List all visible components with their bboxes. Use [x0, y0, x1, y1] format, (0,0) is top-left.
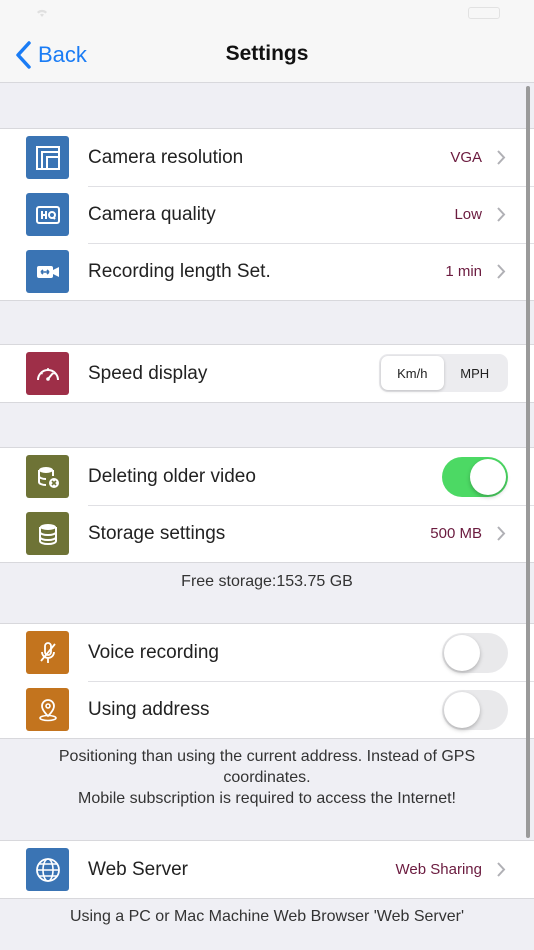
- page-title: Settings: [225, 42, 309, 65]
- carrier-indicator: [34, 5, 50, 21]
- using-address-row: Using address: [0, 681, 534, 738]
- web-server-group: Web Server Web Sharing: [0, 840, 534, 899]
- video-camera-icon: [26, 250, 69, 293]
- storage-settings-row[interactable]: Storage settings 500 MB: [0, 505, 534, 562]
- location-pin-icon: [26, 688, 69, 731]
- microphone-off-icon: [26, 631, 69, 674]
- toggle-knob: [444, 635, 480, 671]
- toggle-knob: [444, 692, 480, 728]
- voice-recording-label: Voice recording: [88, 642, 219, 663]
- voice-recording-row: Voice recording: [0, 624, 534, 681]
- camera-quality-row[interactable]: Camera quality Low: [0, 186, 534, 243]
- camera-resolution-label: Camera resolution: [88, 147, 244, 168]
- using-address-label: Using address: [88, 699, 210, 720]
- speed-display-label: Speed display: [88, 363, 208, 384]
- scrollbar[interactable]: [526, 86, 530, 838]
- resolution-icon: [26, 136, 69, 179]
- database-delete-icon: [26, 455, 69, 498]
- speedometer-icon: [26, 352, 69, 395]
- chevron-right-icon: [497, 264, 506, 279]
- web-server-row[interactable]: Web Server Web Sharing: [0, 841, 534, 898]
- chevron-right-icon: [497, 862, 506, 877]
- storage-settings-value: 500 MB: [430, 525, 482, 542]
- chevron-right-icon: [497, 207, 506, 222]
- using-address-toggle[interactable]: [442, 690, 508, 730]
- recording-length-value: 1 min: [445, 263, 482, 280]
- free-storage-text: Free storage:153.75 GB: [181, 573, 353, 590]
- battery-icon: [468, 7, 500, 19]
- segment-kmh[interactable]: Km/h: [381, 356, 444, 390]
- address-note-line2: Mobile subscription is required to acces…: [78, 790, 456, 807]
- navigation-bar: Back Settings: [0, 26, 534, 83]
- toggle-knob: [470, 459, 506, 495]
- voice-recording-toggle[interactable]: [442, 633, 508, 673]
- hq-icon: [26, 193, 69, 236]
- address-note: Positioning than using the current addre…: [20, 746, 514, 809]
- web-server-label: Web Server: [88, 859, 188, 880]
- deleting-older-video-toggle[interactable]: [442, 457, 508, 497]
- camera-resolution-value: VGA: [450, 149, 482, 166]
- status-bar: [0, 0, 534, 26]
- address-note-line1: Positioning than using the current addre…: [58, 748, 476, 786]
- recording-length-label: Recording length Set.: [88, 261, 271, 282]
- globe-icon: [26, 848, 69, 891]
- web-server-value: Web Sharing: [395, 861, 482, 878]
- camera-settings-group: Camera resolution VGA Camera quality Low…: [0, 128, 534, 301]
- camera-quality-value: Low: [454, 206, 482, 223]
- deleting-older-video-row: Deleting older video: [0, 448, 534, 505]
- segment-mph[interactable]: MPH: [444, 356, 507, 390]
- storage-settings-label: Storage settings: [88, 523, 226, 544]
- chevron-right-icon: [497, 150, 506, 165]
- camera-resolution-row[interactable]: Camera resolution VGA: [0, 129, 534, 186]
- chevron-right-icon: [497, 526, 506, 541]
- storage-group: Deleting older video Storage settings 50…: [0, 447, 534, 563]
- recording-length-row[interactable]: Recording length Set. 1 min: [0, 243, 534, 300]
- speed-unit-segmented-control[interactable]: Km/h MPH: [379, 354, 508, 392]
- voice-address-group: Voice recording Using address: [0, 623, 534, 739]
- deleting-older-video-label: Deleting older video: [88, 466, 256, 487]
- speed-display-group: Speed display Km/h MPH: [0, 344, 534, 403]
- wifi-icon: [34, 5, 50, 21]
- speed-display-row: Speed display Km/h MPH: [0, 345, 534, 402]
- web-server-note: Using a PC or Mac Machine Web Browser 'W…: [69, 908, 465, 925]
- camera-quality-label: Camera quality: [88, 204, 216, 225]
- database-icon: [26, 512, 69, 555]
